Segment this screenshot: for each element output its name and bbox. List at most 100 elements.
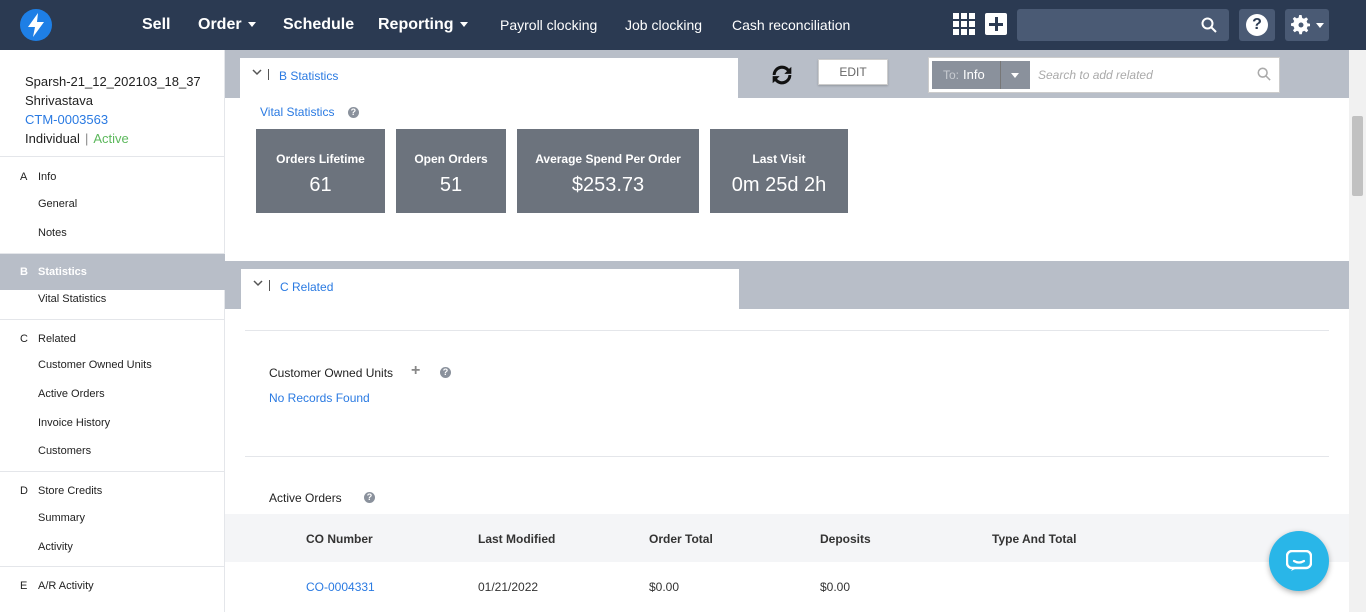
sidebar-item-customer-owned-units[interactable]: Customer Owned Units: [38, 359, 152, 371]
active-orders-title: Active Orders: [269, 491, 342, 505]
sidebar-item-active-orders[interactable]: Active Orders: [38, 388, 105, 400]
add-related-box: To: Info Search to add related: [928, 57, 1280, 93]
section-label: Info: [38, 171, 57, 183]
sidebar: Sparsh-21_12_202103_18_37 Shrivastava CT…: [0, 50, 225, 612]
section-letter: E: [20, 580, 28, 592]
to-dropdown-button[interactable]: [1000, 61, 1030, 89]
question-icon: ?: [1246, 14, 1268, 36]
stat-value: 0m 25d 2h: [731, 174, 827, 196]
column-header-order-total[interactable]: Order Total: [649, 532, 713, 546]
section-letter: A: [20, 171, 28, 183]
customer-owned-units-title: Customer Owned Units: [269, 366, 394, 380]
nav-schedule-label: Schedule: [283, 16, 355, 33]
global-search-input[interactable]: [1017, 9, 1229, 41]
sidebar-item-summary[interactable]: Summary: [38, 512, 85, 524]
chevron-down-icon: [1316, 23, 1324, 28]
last-modified-cell: 01/21/2022: [478, 580, 539, 594]
status-badge: Active: [93, 131, 129, 146]
stat-value: 51: [439, 174, 463, 196]
to-value: Info: [963, 67, 985, 82]
order-total-cell: $0.00: [649, 580, 680, 594]
stat-label: Last Visit: [752, 152, 806, 166]
column-header-type-and-total[interactable]: Type And Total: [992, 532, 1076, 546]
column-header-last-modified[interactable]: Last Modified: [478, 532, 555, 546]
chevron-down-icon: [1011, 73, 1019, 78]
stat-label: Open Orders: [414, 152, 488, 166]
vertical-scrollbar[interactable]: [1349, 50, 1366, 612]
to-selector[interactable]: To: Info: [932, 61, 1000, 89]
sidebar-item-customers[interactable]: Customers: [38, 445, 91, 457]
vital-statistics-title: Vital Statistics: [260, 105, 335, 119]
column-header-co-number[interactable]: CO Number: [306, 532, 373, 546]
main-content: B Statistics EDIT To: Info Search to add …: [225, 50, 1349, 612]
chat-icon: [1286, 550, 1312, 571]
stat-tile-open-orders: Open Orders 51: [396, 129, 506, 213]
section-label: A/R Activity: [38, 580, 94, 592]
nav-schedule[interactable]: Schedule: [283, 16, 354, 34]
nav-order[interactable]: Order: [198, 16, 256, 34]
column-header-deposits[interactable]: Deposits: [820, 532, 871, 546]
add-unit-icon[interactable]: +: [411, 362, 420, 380]
nav-reporting-label: Reporting: [378, 16, 454, 33]
edit-button[interactable]: EDIT: [818, 59, 888, 85]
sidebar-item-activity[interactable]: Activity: [38, 541, 73, 553]
stat-tile-orders-lifetime: Orders Lifetime 61: [256, 129, 385, 213]
nav-sell-label: Sell: [142, 16, 171, 33]
nav-cash-reconciliation[interactable]: Cash reconciliation: [732, 17, 850, 33]
section-label: Store Credits: [38, 485, 103, 497]
chevron-down-icon: [253, 280, 263, 287]
sidebar-item-notes[interactable]: Notes: [38, 227, 67, 239]
chevron-down-icon: [247, 22, 256, 28]
chevron-down-icon: [459, 22, 468, 28]
nav-sell[interactable]: Sell: [142, 16, 170, 34]
active-orders-table-header: CO Number Last Modified Order Total Depo…: [225, 514, 1349, 562]
help-icon[interactable]: ?: [364, 492, 375, 503]
refresh-icon[interactable]: [768, 61, 796, 89]
stat-label: Orders Lifetime: [276, 152, 365, 166]
customer-type-row: Individual | Active: [25, 131, 129, 146]
no-records-message: No Records Found: [269, 391, 370, 405]
related-search-input[interactable]: Search to add related: [1038, 68, 1153, 82]
help-button[interactable]: ?: [1239, 9, 1275, 41]
customer-name: Sparsh-21_12_202103_18_37 Shrivastava: [25, 74, 201, 108]
sidebar-section-statistics[interactable]: B Statistics: [0, 254, 225, 290]
search-icon[interactable]: [1257, 67, 1271, 81]
sidebar-item-invoice-history[interactable]: Invoice History: [38, 417, 110, 429]
tab-related[interactable]: C Related: [241, 269, 739, 309]
vital-statistics-header: Vital Statistics ?: [260, 105, 359, 119]
stat-value: $253.73: [571, 174, 645, 196]
nav-order-label: Order: [198, 16, 242, 33]
chat-button[interactable]: [1269, 531, 1329, 591]
co-number-link[interactable]: CO-0004331: [306, 580, 375, 594]
tab-statistics[interactable]: B Statistics: [240, 58, 738, 98]
nav-payroll-clocking[interactable]: Payroll clocking: [500, 17, 597, 33]
section-letter: B: [20, 266, 28, 278]
section-label: Related: [38, 333, 76, 345]
settings-button[interactable]: [1285, 9, 1329, 41]
stat-value: 61: [309, 174, 332, 196]
scrollbar-thumb[interactable]: [1352, 116, 1363, 196]
customer-id-link[interactable]: CTM-0003563: [25, 110, 205, 129]
tab-related-label: C Related: [280, 280, 334, 294]
search-icon: [1201, 17, 1217, 33]
nav-reporting[interactable]: Reporting: [378, 16, 468, 34]
help-icon[interactable]: ?: [347, 107, 359, 119]
customer-header: Sparsh-21_12_202103_18_37 Shrivastava CT…: [25, 72, 205, 148]
nav-job-clocking[interactable]: Job clocking: [625, 17, 702, 33]
lightning-bolt-icon[interactable]: [20, 9, 52, 41]
tab-statistics-label: B Statistics: [279, 69, 339, 83]
section-letter: D: [20, 485, 28, 497]
customer-type: Individual: [25, 131, 80, 146]
top-navbar: Sell Order Schedule Reporting Payroll cl…: [0, 0, 1366, 50]
to-prefix: To:: [943, 68, 960, 82]
help-icon[interactable]: ?: [440, 367, 451, 378]
sidebar-item-general[interactable]: General: [38, 198, 77, 210]
apps-grid-icon[interactable]: [953, 13, 975, 35]
stat-label: Average Spend Per Order: [535, 152, 681, 166]
sidebar-item-vital-statistics[interactable]: Vital Statistics: [38, 293, 106, 305]
deposits-cell: $0.00: [820, 580, 851, 594]
section-letter: C: [20, 333, 28, 345]
stat-tile-average-spend: Average Spend Per Order $253.73: [517, 129, 699, 213]
add-new-icon[interactable]: [985, 13, 1007, 35]
gear-icon: [1291, 15, 1310, 35]
